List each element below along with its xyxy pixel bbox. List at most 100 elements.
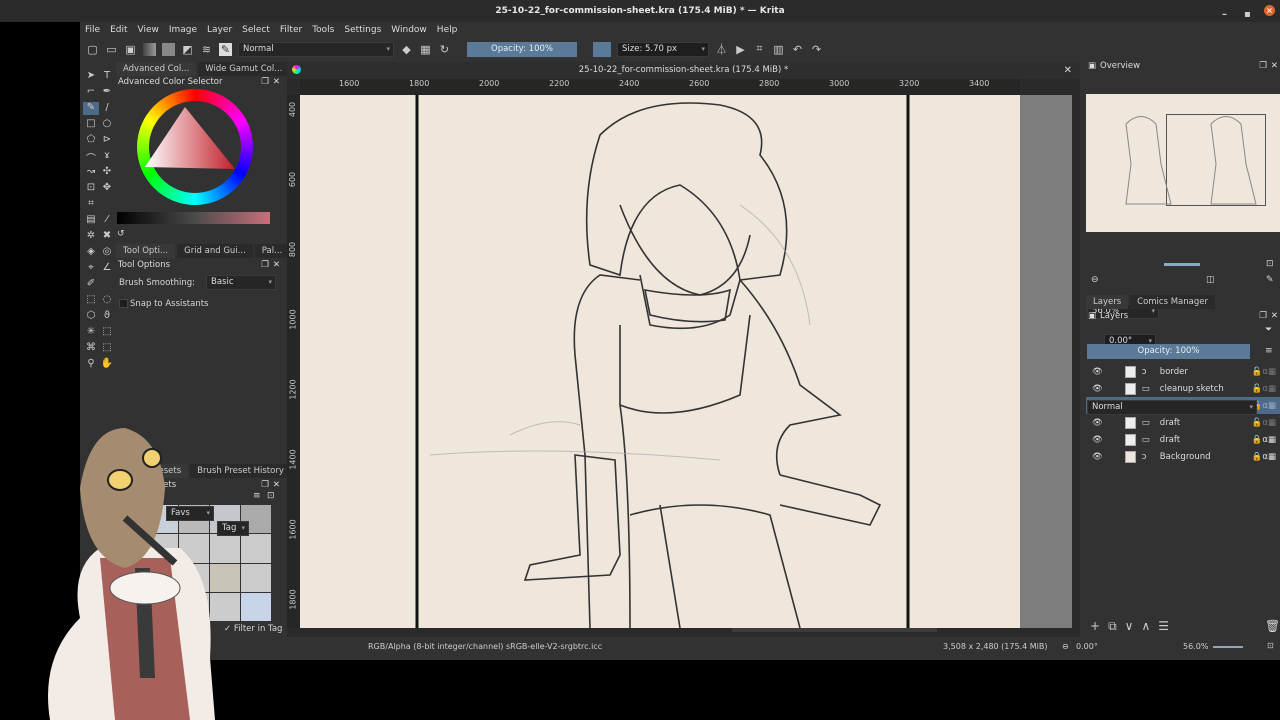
polyline-tool-icon[interactable]: ⊳ bbox=[99, 134, 115, 147]
duplicate-layer-icon[interactable]: ⧉ bbox=[1108, 619, 1117, 634]
menu-select[interactable]: Select bbox=[237, 22, 275, 39]
brush-smoothing-select[interactable]: Basic bbox=[206, 275, 276, 290]
rectangle-tool-icon[interactable]: □ bbox=[83, 118, 99, 131]
layer-row[interactable]: 👁 ▭ cleanup sketch 🔓α▦ bbox=[1086, 380, 1280, 397]
display-icon[interactable]: ⊡ bbox=[1266, 259, 1274, 269]
reference-tool-icon[interactable]: ✐ bbox=[83, 278, 99, 291]
bezier-tool-icon[interactable]: ⌒ bbox=[83, 150, 99, 165]
move-up-icon[interactable]: ∧ bbox=[1141, 619, 1150, 634]
mirror-vertical-icon[interactable]: ▶ bbox=[734, 43, 747, 56]
zoom-tool-icon[interactable]: ⚲ bbox=[83, 358, 99, 371]
undo-icon[interactable]: ↶ bbox=[791, 43, 804, 56]
tab-advanced-color[interactable]: Advanced Col... bbox=[116, 62, 197, 76]
multibrush-icon[interactable]: ✣ bbox=[99, 166, 115, 179]
preset-tile[interactable] bbox=[210, 534, 240, 563]
select-shapes-icon[interactable]: ➤ bbox=[83, 70, 99, 83]
tag-button[interactable]: Tag bbox=[217, 521, 249, 536]
tab-palette[interactable]: Pal... bbox=[254, 244, 290, 258]
mirror-horizontal-icon[interactable]: ⏃ bbox=[715, 43, 728, 56]
visibility-icon[interactable]: 👁 bbox=[1092, 452, 1103, 462]
assistant-icon[interactable]: ⌖ bbox=[83, 262, 99, 275]
layer-row[interactable]: 👁 ▭ draft 🔒α▦ bbox=[1086, 431, 1280, 448]
crop-icon[interactable]: ⌗ bbox=[753, 42, 766, 56]
rect-select-icon[interactable]: ⬚ bbox=[83, 294, 99, 307]
vertical-ruler[interactable]: 400 600 800 1000 1200 1400 1600 1800 bbox=[287, 95, 300, 628]
opacity-slider[interactable]: Opacity: 100% bbox=[467, 41, 577, 57]
preset-tile[interactable] bbox=[241, 534, 271, 563]
pin-icon[interactable]: ✎ bbox=[1266, 275, 1274, 285]
tab-brush-history[interactable]: Brush Preset History bbox=[190, 464, 291, 478]
drawing-canvas[interactable] bbox=[300, 95, 1072, 628]
float-icon[interactable]: ❐ bbox=[1259, 310, 1267, 323]
freehand-brush-icon[interactable]: ✎ bbox=[83, 102, 99, 115]
line-tool-icon[interactable]: / bbox=[99, 102, 115, 115]
lock-icon[interactable]: 🔓α▦ bbox=[1252, 418, 1276, 428]
snap-checkbox[interactable] bbox=[119, 299, 128, 308]
tab-tool-options[interactable]: Tool Opti... bbox=[116, 244, 176, 258]
assistant-tool-icon[interactable]: ✖ bbox=[99, 230, 115, 243]
dynamic-brush-icon[interactable]: ↝ bbox=[83, 166, 99, 179]
redo-icon[interactable]: ↷ bbox=[810, 43, 823, 56]
preset-tile[interactable] bbox=[179, 563, 209, 592]
tab-layers[interactable]: Layers bbox=[1086, 295, 1129, 309]
mirror-view-icon[interactable]: ◫ bbox=[1206, 275, 1215, 285]
ellipse-select-icon[interactable]: ◌ bbox=[99, 294, 115, 307]
preset-tile[interactable] bbox=[210, 592, 240, 621]
move-down-icon[interactable]: ∨ bbox=[1125, 619, 1134, 634]
color-picker-icon[interactable]: ⁄ bbox=[99, 214, 115, 227]
lock-icon[interactable]: 🔒α▦ bbox=[1252, 435, 1276, 445]
overview-thumbnail[interactable] bbox=[1086, 94, 1280, 232]
freehand-select-icon[interactable]: ϑ bbox=[99, 310, 115, 323]
fill-tool-icon[interactable]: ◈ bbox=[83, 246, 99, 259]
flow-slider[interactable] bbox=[593, 41, 611, 57]
workspace-icon[interactable]: ▥ bbox=[772, 43, 785, 56]
gradient-tool-icon[interactable]: ▤ bbox=[83, 214, 99, 227]
menu-icon[interactable]: ≡ bbox=[253, 491, 261, 501]
filter-icon[interactable]: ⏷ bbox=[1265, 325, 1272, 335]
preset-tile[interactable] bbox=[148, 563, 178, 592]
polygon-tool-icon[interactable]: ⬠ bbox=[83, 134, 99, 147]
pattern-icon[interactable] bbox=[162, 42, 175, 56]
color-swap-icon[interactable]: ◩ bbox=[181, 43, 194, 56]
lock-icon[interactable]: 🔒α▦ bbox=[1252, 452, 1276, 462]
lock-icon[interactable]: 🔓α▦ bbox=[1252, 384, 1276, 394]
gradient-icon[interactable] bbox=[143, 42, 156, 56]
lock-icon[interactable]: 🔓α▦ bbox=[1252, 367, 1276, 377]
open-file-icon[interactable]: ▭ bbox=[105, 43, 118, 56]
menu-image[interactable]: Image bbox=[164, 22, 202, 39]
saturation-triangle[interactable] bbox=[137, 89, 253, 205]
contiguous-select-icon[interactable]: ✳ bbox=[83, 326, 99, 339]
tab-wide-gamut[interactable]: Wide Gamut Col... bbox=[198, 62, 290, 76]
fit-view-icon[interactable]: ⊡ bbox=[1267, 641, 1274, 650]
close-dock-icon[interactable]: ✕ bbox=[1271, 310, 1278, 323]
tab-comics-manager[interactable]: Comics Manager bbox=[1130, 295, 1215, 309]
horizontal-scrollbar[interactable] bbox=[732, 628, 937, 632]
menu-help[interactable]: Help bbox=[432, 22, 463, 39]
move-tool-icon[interactable]: ✥ bbox=[99, 182, 115, 195]
zoom-slider[interactable] bbox=[1213, 646, 1243, 648]
size-slider[interactable]: Size: 5.70 px bbox=[617, 41, 709, 57]
brush-editor-icon[interactable]: ≋ bbox=[200, 43, 213, 56]
eraser-icon[interactable]: ◆ bbox=[400, 43, 413, 56]
enclose-fill-icon[interactable]: ◎ bbox=[99, 246, 115, 259]
layer-opacity-slider[interactable]: Opacity: 100% bbox=[1087, 344, 1250, 359]
alpha-lock-icon[interactable]: ▦ bbox=[419, 43, 432, 56]
layer-row[interactable]: 👁 ↄ border 🔓α▦ bbox=[1086, 363, 1280, 380]
reset-color-icon[interactable]: ↺ bbox=[117, 229, 125, 239]
transform-tool-icon[interactable]: ⊡ bbox=[83, 182, 99, 195]
document-tab[interactable]: 25-10-22_for-commission-sheet.kra (175.4… bbox=[287, 62, 1080, 79]
polygon-select-icon[interactable]: ⬡ bbox=[83, 310, 99, 323]
freehand-path-icon[interactable]: ɤ bbox=[99, 150, 115, 163]
layer-row[interactable]: 👁 ↄ Background 🔒α▦ bbox=[1086, 448, 1280, 465]
menu-file[interactable]: File bbox=[80, 22, 105, 39]
menu-window[interactable]: Window bbox=[386, 22, 432, 39]
menu-tools[interactable]: Tools bbox=[307, 22, 339, 39]
menu-view[interactable]: View bbox=[133, 22, 164, 39]
text-tool-icon[interactable]: T bbox=[99, 70, 115, 83]
preset-tile[interactable] bbox=[148, 592, 178, 621]
delete-layer-icon[interactable]: 🗑 bbox=[1265, 619, 1280, 633]
new-file-icon[interactable]: ▢ bbox=[86, 43, 99, 56]
pan-tool-icon[interactable]: ✋ bbox=[99, 358, 115, 371]
visibility-icon[interactable]: 👁 bbox=[1092, 435, 1103, 445]
vertical-scrollbar[interactable] bbox=[1072, 95, 1080, 628]
